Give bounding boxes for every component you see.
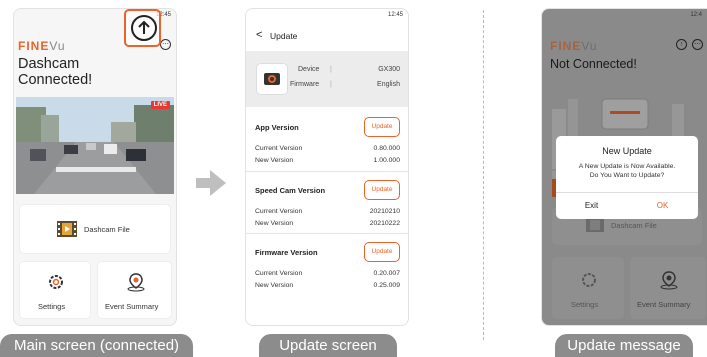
new-version-label: New Version [255, 282, 294, 289]
logo-text-vu: Vu [581, 39, 598, 53]
connection-headline: Dashcam Connected! [18, 56, 92, 88]
caption-update-message: Update message [555, 334, 693, 357]
dashcam-device-icon [256, 63, 288, 95]
device-info: Device | GX300 Firmware | English [246, 51, 408, 107]
live-camera-view[interactable]: LIVE [16, 97, 174, 194]
caption-main-screen: Main screen (connected) [0, 334, 193, 357]
new-version-label: New Version [255, 157, 294, 164]
finevu-logo: FINEVu [550, 39, 598, 53]
section-title: App Version [255, 123, 299, 132]
dialog-title: New Update [602, 146, 652, 156]
update-message-phone: 12:4 FINEVu ↑ ⋯ Not Connected! Dashcam F… [541, 8, 707, 326]
update-button[interactable]: Update [364, 117, 400, 137]
dialog-message-line-1: A New Update is Now Available. [578, 163, 676, 170]
status-time: 12:45 [387, 12, 403, 18]
more-icon[interactable]: ⋯ [692, 39, 703, 50]
dashcam-file-label: Dashcam File [611, 221, 657, 230]
app-version-section: App Version Update Current Version 0.80.… [246, 109, 408, 171]
film-icon [586, 218, 604, 232]
event-summary-card[interactable]: Event Summary [97, 261, 172, 319]
location-pin-icon [127, 273, 145, 292]
gear-icon [582, 273, 596, 287]
dialog-divider [556, 192, 698, 193]
update-icon[interactable] [131, 15, 157, 41]
dashcam-file-label: Dashcam File [84, 225, 130, 234]
current-version-label: Current Version [255, 145, 303, 152]
current-version-value: 0.80.000 [373, 145, 400, 152]
more-icon[interactable]: ⋯ [160, 39, 171, 50]
finevu-logo: FINEVu [18, 39, 66, 53]
current-version-value: 0.20.007 [373, 270, 400, 277]
logo-text-fine: FINE [18, 39, 50, 53]
update-button[interactable]: Update [364, 242, 400, 262]
update-icon-highlight [124, 9, 161, 47]
update-header: < Update [246, 23, 408, 47]
headline-line-2: Connected! [18, 72, 93, 88]
back-icon[interactable]: < [256, 29, 262, 41]
event-summary-label: Event Summary [637, 300, 691, 309]
logo-text-vu: Vu [49, 39, 66, 53]
film-icon [57, 221, 77, 237]
new-version-value: 0.25.009 [373, 282, 400, 289]
logo-text-fine: FINE [550, 39, 582, 53]
event-summary-label: Event Summary [105, 302, 159, 311]
new-version-label: New Version [255, 220, 294, 227]
next-arrow-icon [196, 170, 226, 196]
dashcam-file-card[interactable]: Dashcam File [19, 204, 171, 254]
speed-cam-version-section: Speed Cam Version Update Current Version… [246, 171, 408, 233]
caption-update-screen: Update screen [259, 334, 397, 357]
headline-line-1: Dashcam [18, 56, 80, 72]
status-time: 12:4 [690, 12, 702, 18]
separator: | [330, 81, 332, 88]
location-pin-icon [660, 271, 678, 290]
settings-card[interactable]: Settings [19, 261, 91, 319]
ok-button[interactable]: OK [627, 196, 698, 216]
gear-icon [49, 275, 63, 289]
main-screen-phone: 12:45 FINEVu ⋯ Dashcam Connected! LIVE D… [13, 8, 177, 326]
event-summary-card: Event Summary [630, 257, 706, 319]
section-divider [483, 10, 484, 340]
new-version-value: 20210222 [369, 220, 400, 227]
firmware-label: Firmware [290, 81, 320, 88]
update-screen-phone: 12:45 < Update Device | GX300 Firmware |… [245, 8, 409, 326]
status-bar: 12:45 [388, 12, 403, 18]
dialog-message-line-2: Do You Want to Update? [589, 172, 665, 179]
separator: | [330, 66, 332, 73]
current-version-label: Current Version [255, 270, 303, 277]
current-version-label: Current Version [255, 208, 303, 215]
status-bar: 12:4 [690, 12, 702, 18]
settings-label: Settings [571, 300, 599, 309]
new-version-value: 1.00.000 [373, 157, 400, 164]
settings-card: Settings [552, 257, 624, 319]
connection-headline: Not Connected! [550, 57, 637, 71]
section-title: Speed Cam Version [255, 186, 326, 195]
update-dialog: New Update A New Update is Now Available… [556, 136, 698, 219]
device-label: Device [298, 66, 320, 73]
current-version-value: 20210210 [369, 208, 400, 215]
update-button[interactable]: Update [364, 180, 400, 200]
page-title: Update [270, 31, 298, 41]
section-title: Firmware Version [255, 248, 318, 257]
live-badge: LIVE [150, 101, 170, 109]
device-value: GX300 [378, 66, 400, 73]
firmware-version-section: Firmware Version Update Current Version … [246, 233, 408, 295]
update-icon[interactable]: ↑ [676, 39, 687, 50]
firmware-value: English [377, 81, 400, 88]
settings-label: Settings [38, 302, 66, 311]
dialog-message: A New Update is Now Available. Do You Wa… [556, 162, 698, 180]
exit-button[interactable]: Exit [556, 196, 627, 216]
